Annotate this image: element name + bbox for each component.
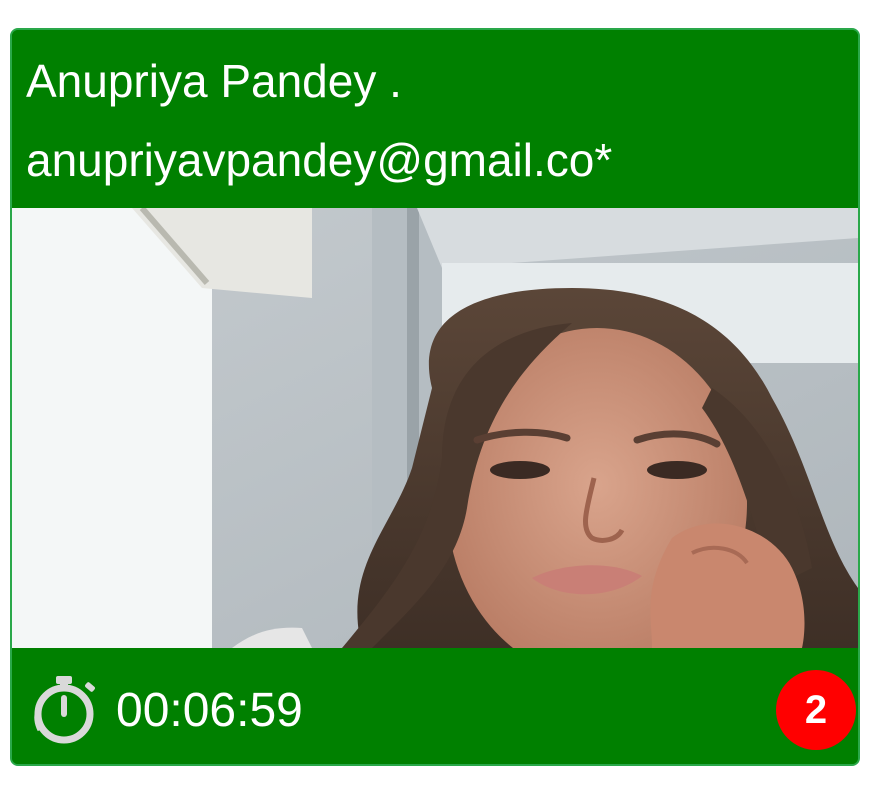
participant-footer: 00:06:59 2 — [12, 648, 858, 764]
video-feed[interactable] — [12, 208, 858, 648]
participant-name: Anupriya Pandey . — [26, 55, 402, 107]
participant-card[interactable]: Anupriya Pandey . anupriyavpandey@gmail.… — [10, 28, 860, 766]
webcam-frame — [12, 208, 858, 648]
participant-header: Anupriya Pandey . anupriyavpandey@gmail.… — [12, 30, 858, 208]
stopwatch-icon — [26, 672, 102, 748]
elapsed-time: 00:06:59 — [116, 684, 303, 737]
participant-email: anupriyavpandey@gmail.co* — [26, 134, 613, 186]
alert-count-badge[interactable]: 2 — [776, 670, 856, 750]
